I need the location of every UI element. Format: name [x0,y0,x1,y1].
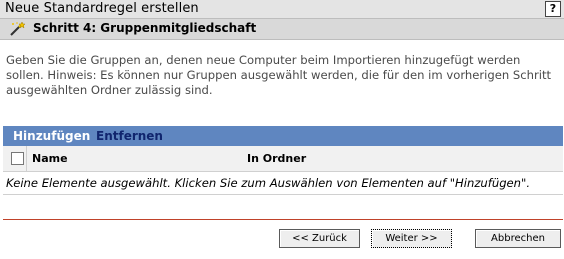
magic-wand-icon [10,21,26,36]
empty-message: Keine Elemente ausgewählt. Klicken Sie z… [6,176,531,190]
instructions-text: Geben Sie die Gruppen an, denen neue Com… [6,53,552,97]
table-header-row: Name In Ordner [3,146,563,172]
window-titlebar: Neue Standardregel erstellen ? [0,0,564,19]
next-button[interactable]: Weiter >> [371,229,452,248]
window-title: Neue Standardregel erstellen [5,1,199,16]
footer-divider [3,219,563,220]
column-header-folder[interactable]: In Ordner [247,152,306,165]
select-all-checkbox[interactable] [11,152,24,165]
help-button[interactable]: ? [545,1,561,17]
column-divider [26,146,27,171]
cancel-button[interactable]: Abbrechen [475,229,561,248]
step-header: Schritt 4: Gruppenmitgliedschaft [0,19,564,40]
group-panel-header: Hinzufügen Entfernen [3,126,563,146]
table-empty-row: Keine Elemente ausgewählt. Klicken Sie z… [3,172,563,195]
step-title: Schritt 4: Gruppenmitgliedschaft [33,21,257,35]
column-header-name[interactable]: Name [32,152,68,165]
remove-link[interactable]: Entfernen [96,129,163,143]
add-link[interactable]: Hinzufügen [13,129,90,143]
back-button[interactable]: << Zurück [279,229,360,248]
